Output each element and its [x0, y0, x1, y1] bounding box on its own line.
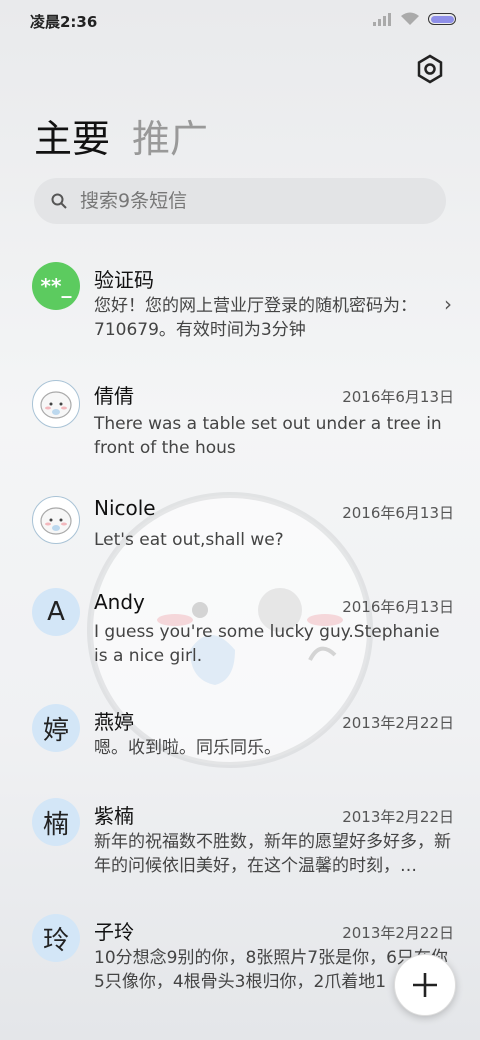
new-message-button[interactable]: [394, 954, 456, 1016]
avatar: 楠: [32, 798, 80, 846]
tab-promotions[interactable]: 推广: [132, 108, 208, 163]
list-item[interactable]: 倩倩 2016年6月13日 There was a table set out …: [0, 376, 480, 486]
avatar: [32, 496, 80, 544]
avatar: 玲: [32, 914, 80, 962]
message-preview: 您好！您的网上营业厅登录的随机密码为：710679。有效时间为3分钟: [94, 296, 417, 340]
signal-icon: [373, 13, 391, 26]
contact-name: 倩倩: [94, 384, 134, 408]
search-icon: [51, 193, 67, 209]
contact-name: 燕婷: [94, 710, 134, 734]
battery-icon: [428, 13, 456, 25]
cat-avatar-icon: [40, 391, 72, 419]
list-item[interactable]: **_ 验证码 您好！您的网上营业厅登录的随机密码为：710679。有效时间为3…: [0, 260, 480, 370]
message-preview: I guess you're some lucky guy.Stephanie …: [94, 622, 440, 666]
message-date: 2013年2月22日: [342, 924, 454, 942]
tab-primary[interactable]: 主要: [34, 108, 110, 163]
message-preview: There was a table set out under a tree i…: [94, 414, 442, 458]
avatar: A: [32, 588, 80, 636]
cat-avatar-icon: [40, 507, 72, 535]
list-item[interactable]: 楠 紫楠 2013年2月22日 新年的祝福数不胜数，新年的愿望好多好多，新年的问…: [0, 796, 480, 906]
status-icons: [372, 12, 456, 26]
message-date: 2016年6月13日: [342, 388, 454, 406]
search-bar[interactable]: [34, 178, 446, 224]
chevron-right-icon: ›: [444, 292, 452, 316]
message-preview: Let's eat out,shall we?: [94, 530, 284, 550]
message-preview: 嗯。收到啦。同乐同乐。: [94, 738, 281, 758]
contact-name: Nicole: [94, 496, 156, 520]
message-tabs: 主要 推广: [34, 108, 208, 163]
contact-name: Andy: [94, 590, 145, 614]
message-date: 2016年6月13日: [342, 504, 454, 522]
message-date: 2013年2月22日: [342, 808, 454, 826]
contact-name: 紫楠: [94, 804, 134, 828]
status-bar: 凌晨2:36: [0, 0, 480, 42]
message-date: 2016年6月13日: [342, 598, 454, 616]
plus-icon: [413, 973, 437, 997]
avatar: [32, 380, 80, 428]
avatar: **_: [32, 262, 80, 310]
settings-gear-icon[interactable]: [414, 53, 446, 85]
status-time: 凌晨2:36: [30, 13, 98, 31]
wifi-icon: [401, 12, 419, 25]
message-date: 2013年2月22日: [342, 714, 454, 732]
list-item[interactable]: A Andy 2016年6月13日 I guess you're some lu…: [0, 586, 480, 696]
search-input[interactable]: [78, 189, 412, 213]
message-preview: 新年的祝福数不胜数，新年的愿望好多好多，新年的问候依旧美好，在这个温馨的时刻，…: [94, 832, 451, 876]
contact-name: 验证码: [94, 268, 154, 292]
contact-name: 子玲: [94, 920, 134, 944]
avatar: 婷: [32, 704, 80, 752]
